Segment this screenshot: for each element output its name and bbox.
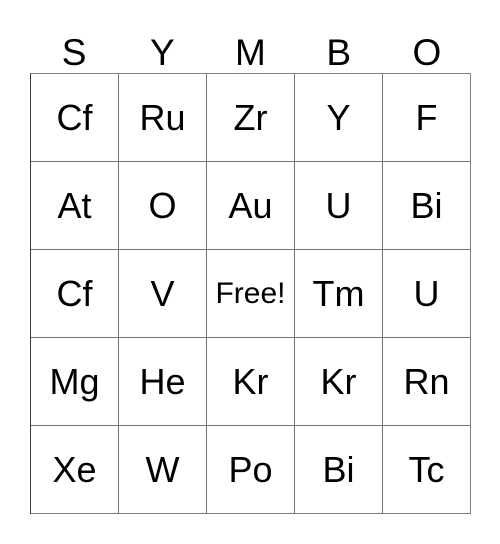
bingo-row: Cf Ru Zr Y F (31, 74, 471, 162)
bingo-cell[interactable]: Rn (383, 338, 471, 426)
bingo-row: At O Au U Bi (31, 162, 471, 250)
bingo-cell[interactable]: Kr (207, 338, 295, 426)
bingo-cell[interactable]: Po (207, 426, 295, 514)
bingo-cell[interactable]: Bi (383, 162, 471, 250)
bingo-cell[interactable]: O (119, 162, 207, 250)
bingo-row: Mg He Kr Kr Rn (31, 338, 471, 426)
bingo-cell[interactable]: Ru (119, 74, 207, 162)
bingo-cell[interactable]: U (383, 250, 471, 338)
bingo-cell[interactable]: Mg (31, 338, 119, 426)
bingo-cell[interactable]: W (119, 426, 207, 514)
bingo-cell[interactable]: F (383, 74, 471, 162)
bingo-header-letter-1: S (61, 32, 87, 73)
bingo-cell[interactable]: Tm (295, 250, 383, 338)
bingo-cell-free[interactable]: Free! (207, 250, 295, 338)
bingo-cell[interactable]: Au (207, 162, 295, 250)
bingo-cell[interactable]: Kr (295, 338, 383, 426)
bingo-cell[interactable]: At (31, 162, 119, 250)
bingo-row: Cf V Free! Tm U (31, 250, 471, 338)
bingo-cell[interactable]: Cf (31, 74, 119, 162)
bingo-cell[interactable]: Tc (383, 426, 471, 514)
bingo-cell[interactable]: Zr (207, 74, 295, 162)
bingo-cell[interactable]: Bi (295, 426, 383, 514)
bingo-cell[interactable]: Xe (31, 426, 119, 514)
bingo-header-letter-5: O (412, 32, 442, 73)
bingo-header-letter-4: B (326, 32, 351, 73)
bingo-cell[interactable]: U (295, 162, 383, 250)
bingo-card: S Y M B O Cf Ru Zr Y F At O Au U Bi Cf V… (30, 25, 472, 514)
bingo-header-letter-3: M (235, 32, 266, 73)
bingo-row: Xe W Po Bi Tc (31, 426, 471, 514)
bingo-header-letter-2: Y (149, 32, 175, 73)
bingo-header-row: S Y M B O (30, 25, 471, 73)
bingo-cell[interactable]: Y (295, 74, 383, 162)
bingo-grid: Cf Ru Zr Y F At O Au U Bi Cf V Free! Tm … (30, 73, 471, 514)
bingo-cell[interactable]: He (119, 338, 207, 426)
bingo-cell[interactable]: V (119, 250, 207, 338)
bingo-cell[interactable]: Cf (31, 250, 119, 338)
